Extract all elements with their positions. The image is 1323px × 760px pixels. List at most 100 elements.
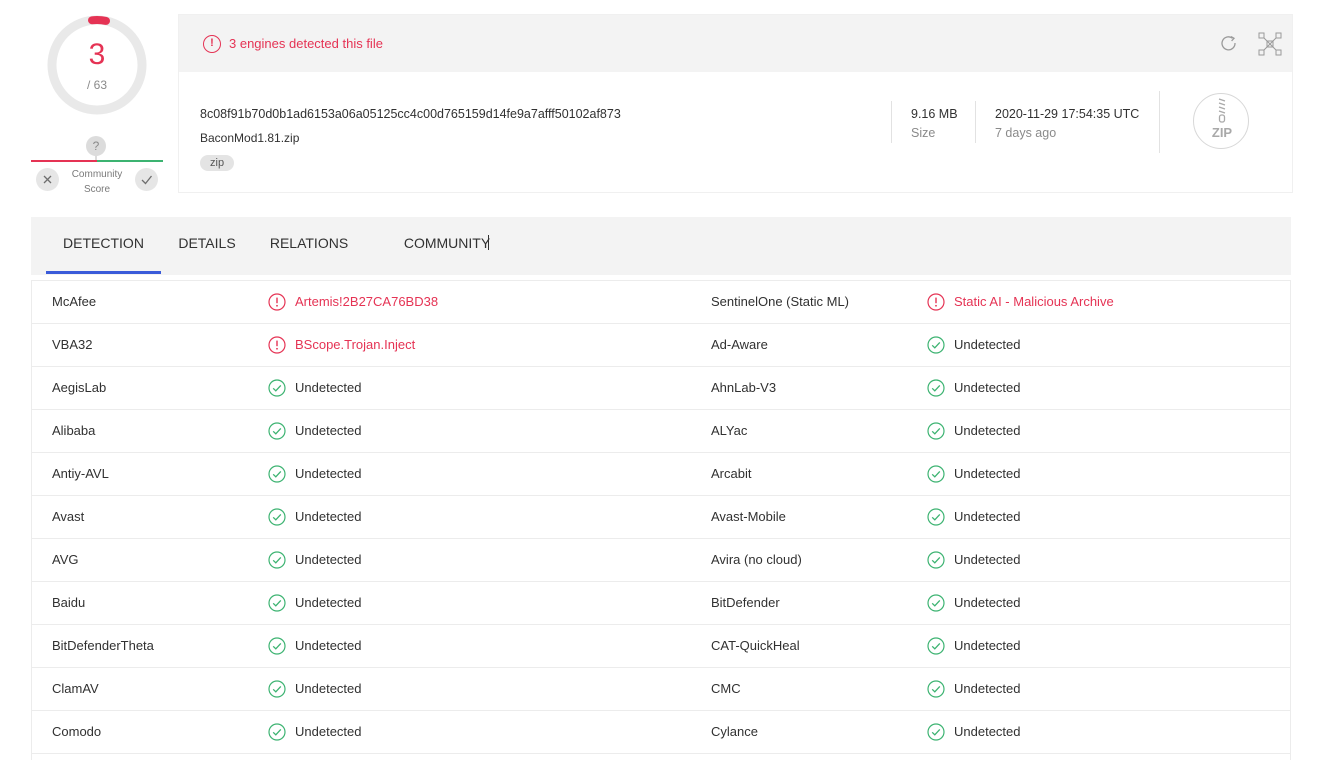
check-circle-icon [268, 637, 286, 655]
community-score-label: Community Score [71, 169, 123, 195]
zip-file-icon [1218, 98, 1226, 123]
table-row: Antiy-AVL Undetected Arcabit Undetected [32, 453, 1290, 496]
engine-name: CMC [711, 681, 741, 696]
check-circle-icon [927, 680, 945, 698]
engine-result[interactable]: Static AI - Malicious Archive [954, 294, 1114, 309]
tab-relations[interactable]: RELATIONS [263, 217, 355, 275]
file-hash[interactable]: 8c08f91b70d0b1ad6153a06a05125cc4c00d7651… [200, 107, 621, 121]
analysis-relative-date: 7 days ago [995, 126, 1057, 140]
table-row: McAfee Artemis!2B27CA76BD38 SentinelOne (S… [32, 281, 1290, 324]
engine-name: Arcabit [711, 466, 752, 481]
engine-result: Undetected [954, 681, 1021, 696]
engine-result: Undetected [954, 337, 1021, 352]
detection-alert-bar: ! 3 engines detected this file [179, 15, 1292, 72]
engine-name: ClamAV [52, 681, 99, 696]
check-circle-icon [927, 723, 945, 741]
engine-result: Undetected [954, 509, 1021, 524]
engine-result: Undetected [295, 552, 362, 567]
table-row: BitDefenderTheta Undetected CAT-QuickHeal U… [32, 625, 1290, 668]
check-circle-icon [927, 594, 945, 612]
report-tabs: DETECTION DETAILS RELATIONS COMMUNITY [31, 217, 1291, 275]
check-circle-icon [268, 680, 286, 698]
engine-name: AegisLab [52, 380, 107, 395]
table-row: Avast Undetected Avast-Mobile Undetected [32, 496, 1290, 539]
engine-result: Undetected [954, 595, 1021, 610]
score-panel: 3 / 63 ? Community Score [31, 14, 163, 200]
engine-name: Alibaba [52, 423, 96, 438]
divider [891, 101, 892, 143]
alert-circle-icon [268, 336, 286, 354]
detection-gauge: 3 / 63 [46, 14, 148, 116]
file-name: BaconMod1.81.zip [200, 131, 300, 145]
active-tab-indicator [46, 271, 161, 274]
engine-name: Cylance [711, 724, 758, 739]
engine-name: Avast [52, 509, 85, 524]
engine-name: BitDefender [711, 595, 780, 610]
check-circle-icon [927, 379, 945, 397]
engine-name: AVG [52, 552, 79, 567]
alert-circle-icon: ! [203, 35, 221, 53]
vote-harmless-button[interactable] [135, 168, 158, 191]
engine-result: Undetected [295, 724, 362, 739]
file-tag[interactable]: zip [200, 155, 235, 171]
engine-result: Undetected [295, 595, 362, 610]
divider [975, 101, 976, 143]
engine-name: Antiy-AVL [52, 466, 109, 481]
similar-files-icon[interactable] [1258, 32, 1282, 56]
check-circle-icon [927, 422, 945, 440]
table-row: AVG Undetected Avira (no cloud) Undetected [32, 539, 1290, 582]
community-unknown-icon[interactable]: ? [86, 136, 106, 156]
check-circle-icon [927, 508, 945, 526]
table-row: Alibaba Undetected ALYac Undetected [32, 410, 1290, 453]
alert-circle-icon [927, 293, 945, 311]
check-circle-icon [268, 508, 286, 526]
table-row: VBA32 BScope.Trojan.Inject Ad-Aware Undetec… [32, 324, 1290, 367]
engine-result[interactable]: BScope.Trojan.Inject [295, 337, 415, 352]
engine-total: / 63 [86, 78, 107, 92]
check-circle-icon [268, 723, 286, 741]
engine-result: Undetected [954, 552, 1021, 567]
engine-name: ALYac [711, 423, 748, 438]
check-circle-icon [927, 551, 945, 569]
engine-result: Undetected [295, 466, 362, 481]
analysis-date: 2020-11-29 17:54:35 UTC [995, 107, 1140, 121]
engine-name: CAT-QuickHeal [711, 638, 800, 653]
text-cursor [488, 235, 489, 250]
table-row: Baidu Undetected BitDefender Undetected [32, 582, 1290, 625]
engine-result: Undetected [295, 509, 362, 524]
engine-name: Comodo [52, 724, 102, 739]
tab-detection[interactable]: DETECTION [46, 217, 161, 275]
file-type-label: ZIP [1211, 125, 1233, 140]
check-circle-icon [268, 465, 286, 483]
file-type-badge: ZIP [1193, 93, 1249, 149]
community-score-bar [31, 160, 163, 162]
engine-result: Undetected [295, 638, 362, 653]
engine-result: Undetected [295, 681, 362, 696]
engine-result: Undetected [954, 724, 1021, 739]
table-row: Comodo Undetected Cylance Undetected [32, 711, 1290, 754]
close-icon [43, 175, 52, 184]
engine-result: Undetected [295, 423, 362, 438]
engine-name: BitDefenderTheta [52, 638, 154, 653]
check-circle-icon [268, 379, 286, 397]
check-circle-icon [927, 465, 945, 483]
tab-community[interactable]: COMMUNITY [393, 217, 501, 275]
file-size-value: 9.16 MB [911, 107, 958, 121]
engine-name: VBA32 [52, 337, 93, 352]
engine-result[interactable]: Artemis!2B27CA76BD38 [295, 294, 438, 309]
detection-results-table: McAfee Artemis!2B27CA76BD38 SentinelOne (S… [31, 280, 1291, 760]
engine-name: SentinelOne (Static ML) [711, 294, 850, 309]
vote-harmful-button[interactable] [36, 168, 59, 191]
detection-count: 3 [88, 38, 106, 71]
reanalyze-icon[interactable] [1219, 34, 1239, 54]
check-circle-icon [927, 336, 945, 354]
engine-name: Avast-Mobile [711, 509, 786, 524]
engine-name: Ad-Aware [711, 337, 768, 352]
engine-result: Undetected [295, 380, 362, 395]
file-summary-card: ! 3 engines detected this file 8c08f91b7… [178, 14, 1293, 193]
engine-name: McAfee [52, 294, 97, 309]
engine-result: Undetected [954, 466, 1021, 481]
engine-result: Undetected [954, 638, 1021, 653]
tab-details[interactable]: DETAILS [171, 217, 243, 275]
table-row: AegisLab Undetected AhnLab-V3 Undetected [32, 367, 1290, 410]
